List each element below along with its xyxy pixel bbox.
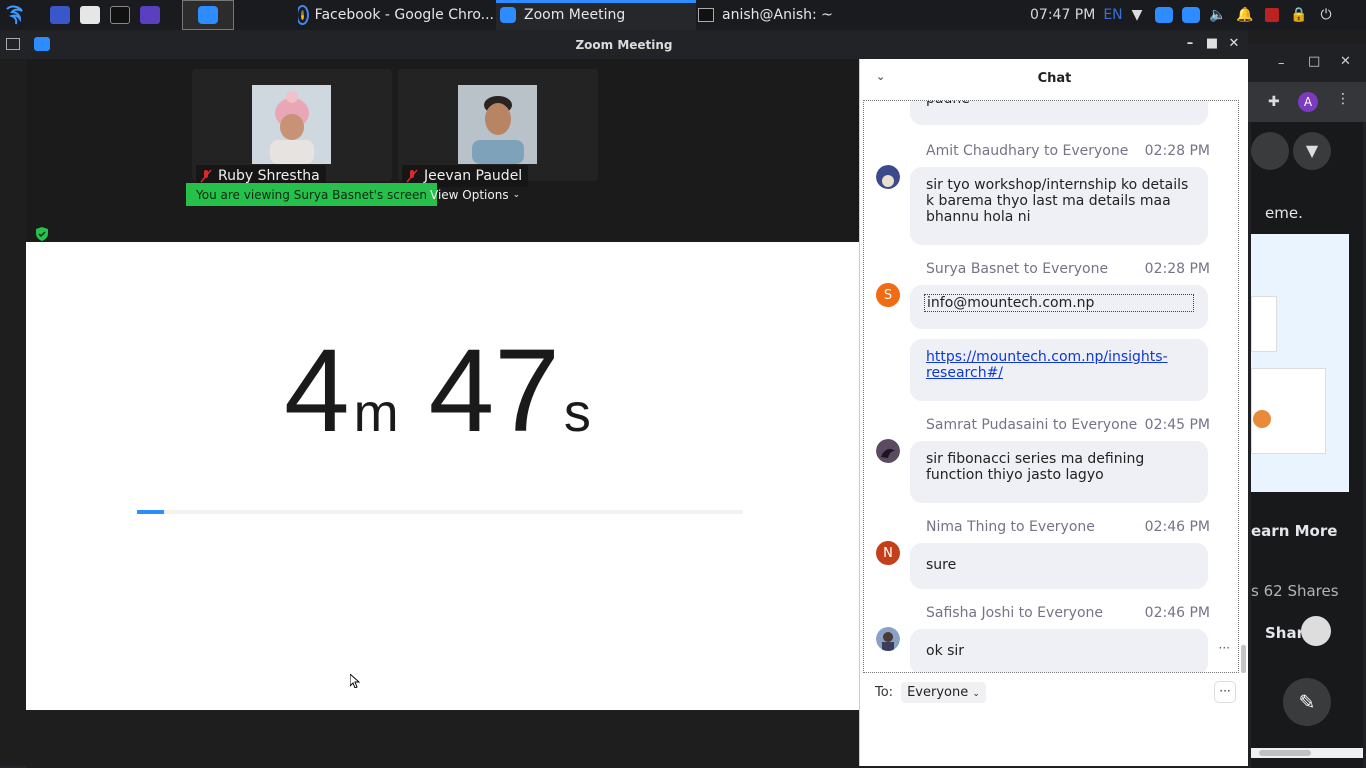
- recipient-select[interactable]: Everyone ⌄: [901, 682, 986, 703]
- chat-recipient: To: Everyone ⌄: [875, 682, 986, 703]
- avatar: [876, 627, 900, 651]
- chrome-titlebar: – □ ✕: [1248, 44, 1366, 82]
- chrome-icon: [298, 5, 309, 25]
- close-button[interactable]: ✕: [1226, 36, 1242, 52]
- meeting-controls-area: [26, 710, 859, 766]
- avatar: N: [876, 541, 900, 565]
- post-image: [1251, 234, 1349, 492]
- profile-thumbnail: [1301, 616, 1331, 646]
- chrome-minimize-button[interactable]: –: [1278, 56, 1285, 71]
- facebook-page: ▼ eme. earn More s 62 Shares Share ✎: [1251, 122, 1363, 768]
- zoom-tray-icon[interactable]: [1155, 6, 1173, 24]
- chat-more-options-button[interactable]: ···: [1214, 681, 1236, 703]
- avatar: [876, 439, 900, 463]
- messenger-icon[interactable]: [1251, 132, 1289, 170]
- profile-avatar[interactable]: A: [1298, 92, 1318, 112]
- window-title: Zoom Meeting: [575, 38, 673, 52]
- timer-minutes: 4: [284, 325, 350, 457]
- zoom-taskbar-icon[interactable]: [182, 0, 234, 30]
- chat-bubble: sir fibonacci series ma defining functio…: [910, 441, 1208, 503]
- lock-icon[interactable]: 🔒: [1290, 6, 1308, 24]
- chat-bubble: sure: [910, 543, 1208, 589]
- timer-progress-bar: [137, 510, 743, 514]
- task-chrome[interactable]: Facebook - Google Chro...: [298, 0, 494, 30]
- chat-email-text[interactable]: info@mountech.com.np: [924, 294, 1194, 312]
- timer-progress-fill: [137, 510, 165, 514]
- chat-link[interactable]: https://mountech.com.np/insights-researc…: [926, 349, 1168, 381]
- message-more-icon[interactable]: ···: [1219, 641, 1230, 655]
- chevron-down-icon: ⌄: [512, 189, 521, 200]
- chrome-menu-icon[interactable]: ⋮: [1336, 91, 1350, 107]
- participant-video: [252, 85, 331, 164]
- horizontal-scrollbar[interactable]: [1251, 748, 1363, 758]
- extensions-icon[interactable]: ✚: [1268, 94, 1280, 110]
- window-titlebar: Zoom Meeting – ■ ✕: [0, 30, 1248, 59]
- chat-title: Chat: [1037, 70, 1072, 86]
- keyboard-layout[interactable]: EN: [1103, 7, 1122, 23]
- chrome-maximize-button[interactable]: □: [1308, 54, 1320, 69]
- zoom-icon: [500, 7, 516, 23]
- clock[interactable]: 07:47 PM: [1030, 7, 1095, 23]
- power-icon[interactable]: ⏻: [1317, 6, 1335, 24]
- volume-icon[interactable]: 🔈: [1209, 6, 1227, 24]
- chat-scrollbar[interactable]: [1241, 645, 1246, 673]
- shared-screen: 4 m 47 s: [26, 242, 859, 710]
- avatar: S: [876, 283, 900, 307]
- participant-tile-jeevan[interactable]: Jeevan Paudel: [398, 69, 598, 187]
- video-gallery: Ruby Shrestha Jeevan Paudel You are view…: [26, 59, 859, 241]
- chevron-down-icon: ⌄: [972, 689, 980, 699]
- chat-bubble: info@mountech.com.np: [910, 285, 1208, 329]
- terminal-icon: [698, 8, 714, 22]
- view-options-button[interactable]: View Options ⌄: [430, 183, 520, 206]
- file-manager-icon[interactable]: [80, 0, 100, 30]
- encryption-shield-icon[interactable]: [35, 227, 49, 241]
- account-menu-icon[interactable]: ▼: [1293, 132, 1331, 170]
- task-zoom[interactable]: Zoom Meeting: [496, 0, 696, 30]
- mic-muted-icon: [406, 169, 418, 183]
- wifi-icon[interactable]: ▼: [1128, 6, 1146, 24]
- viewing-screen-banner: You are viewing Surya Basnet's screen: [186, 183, 437, 206]
- timer-seconds-unit: s: [563, 383, 591, 443]
- learn-more-button[interactable]: earn More: [1251, 522, 1337, 540]
- participant-video: [458, 85, 537, 164]
- notifications-icon[interactable]: 🔔: [1236, 6, 1254, 24]
- chat-bubble: ok sir: [910, 629, 1208, 672]
- chat-header: ⌄ Chat: [860, 59, 1249, 97]
- maximize-button[interactable]: ■: [1204, 36, 1220, 52]
- kali-menu-icon[interactable]: [4, 0, 28, 30]
- collapse-chevron-icon[interactable]: ⌄: [876, 70, 885, 83]
- terminal-launcher-icon[interactable]: [110, 0, 130, 30]
- chrome-toolbar: ✚ A ⋮: [1248, 82, 1366, 122]
- zoom-tray-icon-2[interactable]: [1182, 6, 1200, 24]
- task-terminal[interactable]: anish@Anish: ~: [698, 0, 858, 30]
- chrome-close-button[interactable]: ✕: [1340, 54, 1351, 69]
- mouse-cursor-icon: [350, 674, 360, 688]
- timer-minutes-unit: m: [353, 383, 399, 443]
- chat-bubble-partial: paune: [910, 101, 1208, 125]
- countdown-timer: 4 m 47 s: [284, 332, 621, 450]
- screen-record-tray-icon[interactable]: [1263, 6, 1281, 24]
- avatar: [876, 165, 900, 189]
- timer-seconds: 47: [428, 325, 560, 457]
- minimize-button[interactable]: –: [1182, 36, 1198, 52]
- screen-recorder-icon[interactable]: [140, 0, 160, 30]
- chat-message-list[interactable]: paune Amit Chaudhary to Everyone 02:28 P…: [863, 100, 1239, 673]
- chat-bubble: sir tyo workshop/internship ko details k…: [910, 167, 1208, 245]
- zoom-window: Zoom Meeting – ■ ✕ Ruby Shrestha Jeevan …: [0, 30, 1248, 766]
- chat-bubble: https://mountech.com.np/insights-researc…: [910, 339, 1208, 401]
- workspace-icon[interactable]: [50, 0, 70, 30]
- participant-tile-ruby[interactable]: Ruby Shrestha: [192, 69, 392, 187]
- chat-input[interactable]: [860, 711, 1249, 766]
- mic-muted-icon: [200, 169, 212, 183]
- chrome-window-partial: – □ ✕ ✚ A ⋮ ▼ eme. earn More s 62 Shares…: [1248, 44, 1366, 768]
- chat-panel: ⌄ Chat paune Amit Chaudhary to Everyone …: [859, 59, 1248, 766]
- compose-message-icon[interactable]: ✎: [1283, 678, 1331, 726]
- taskbar: Facebook - Google Chro... Zoom Meeting a…: [0, 0, 1366, 30]
